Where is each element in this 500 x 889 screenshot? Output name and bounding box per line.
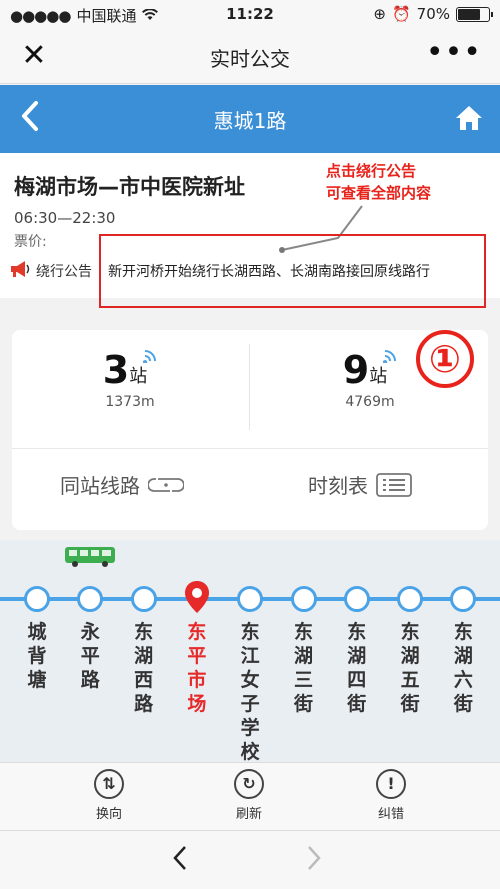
stop-name[interactable]: 东湖三街 [291,620,317,716]
reverse-button[interactable]: ⇅ 换向 [79,769,139,822]
arrival-second-distance: 4769m [345,394,395,410]
wechat-nav-bar: ✕ 实时公交 ••• [0,30,500,84]
realtime-signal-icon [143,348,157,365]
more-icon[interactable]: ••• [426,38,482,68]
annotation-highlight-box [99,234,486,308]
alert-icon: ! [376,769,406,799]
arrival-first-stops: 3 [102,348,130,392]
refresh-label: 刷新 [235,807,262,822]
arrival-second-stops: 9 [342,348,370,392]
browser-forward-icon[interactable] [306,843,322,881]
annotation-marker: ① [416,330,474,388]
route-header: 惠城1路 [0,85,500,153]
annotation-hint-line1: 点击绕行公告 [326,162,417,180]
browser-nav-bar [0,830,500,889]
current-stop-name[interactable]: 东平市场 [184,620,210,716]
home-button[interactable] [454,103,484,133]
bus-icon [65,547,115,567]
megaphone-icon [11,261,30,277]
stop-marker[interactable] [77,586,104,612]
current-stop-marker[interactable] [184,580,210,613]
stop-marker[interactable] [130,586,157,612]
timetable-label: 时刻表 [308,474,368,498]
annotation-hint-line2: 可查看全部内容 [326,184,432,202]
route-fare: 票价: [14,234,47,250]
stop-name[interactable]: 东江女子学校 [237,620,263,762]
route-line: 城背塘 永平路 东湖西路 东平市场 东江女子学校 东湖三街 东湖四街 东湖五街 东湖六街 [0,540,500,762]
timetable-button[interactable]: 时刻表 [308,470,412,499]
arrival-second-unit: 站 [369,366,388,387]
refresh-icon: ↻ [234,769,264,799]
reverse-label: 换向 [95,807,122,822]
report-error-label: 纠错 [377,807,404,822]
detour-notice-label: 绕行公告 [36,264,92,280]
report-error-button[interactable]: ! 纠错 [361,769,421,822]
location-pin-icon [184,581,209,613]
stop-marker[interactable] [450,586,477,612]
stop-name[interactable]: 永平路 [77,620,103,692]
refresh-button[interactable]: ↻ 刷新 [219,769,279,822]
realtime-signal-icon [383,348,397,365]
rotation-lock-icon: ⊕ [373,5,386,23]
arrival-first: 3站 1373m [12,348,248,410]
route-hours: 06:30—22:30 [14,209,116,227]
battery-icon [456,6,493,22]
stop-marker[interactable] [343,586,370,612]
stop-marker[interactable] [237,586,264,612]
stop-name[interactable]: 东湖六街 [450,620,476,716]
card-divider [12,448,488,449]
battery-percent: 70% [416,5,450,23]
same-station-lines-button[interactable]: 同站线路 [60,470,184,499]
route-swap-icon [148,477,184,492]
route-terminals: 梅湖市场—市中医院新址 [14,175,245,199]
alarm-icon: ⏰ [391,5,411,23]
browser-back-icon[interactable] [172,843,188,881]
stat-divider [249,344,250,430]
stop-name[interactable]: 东湖四街 [344,620,370,716]
stop-name[interactable]: 东湖五街 [397,620,423,716]
reverse-icon: ⇅ [94,769,124,799]
status-bar: ●●●●● 中国联通 11:22 ⊕ ⏰ 70% [0,0,500,30]
stop-name[interactable]: 东湖西路 [131,620,157,716]
arrival-first-distance: 1373m [105,394,155,410]
route-title: 惠城1路 [213,109,287,133]
list-icon [376,472,412,497]
arrival-first-unit: 站 [129,366,148,387]
same-station-lines-label: 同站线路 [60,474,140,498]
stop-marker[interactable] [24,586,50,612]
bottom-toolbar: ⇅ 换向 ↻ 刷新 ! 纠错 [0,762,500,830]
stop-name[interactable]: 城背塘 [24,620,50,692]
stop-marker[interactable] [290,586,317,612]
status-right: ⊕ ⏰ 70% [373,5,493,23]
stop-marker[interactable] [397,586,424,612]
annotation-hint: 点击绕行公告 可查看全部内容 [326,160,431,204]
home-icon [456,106,482,130]
